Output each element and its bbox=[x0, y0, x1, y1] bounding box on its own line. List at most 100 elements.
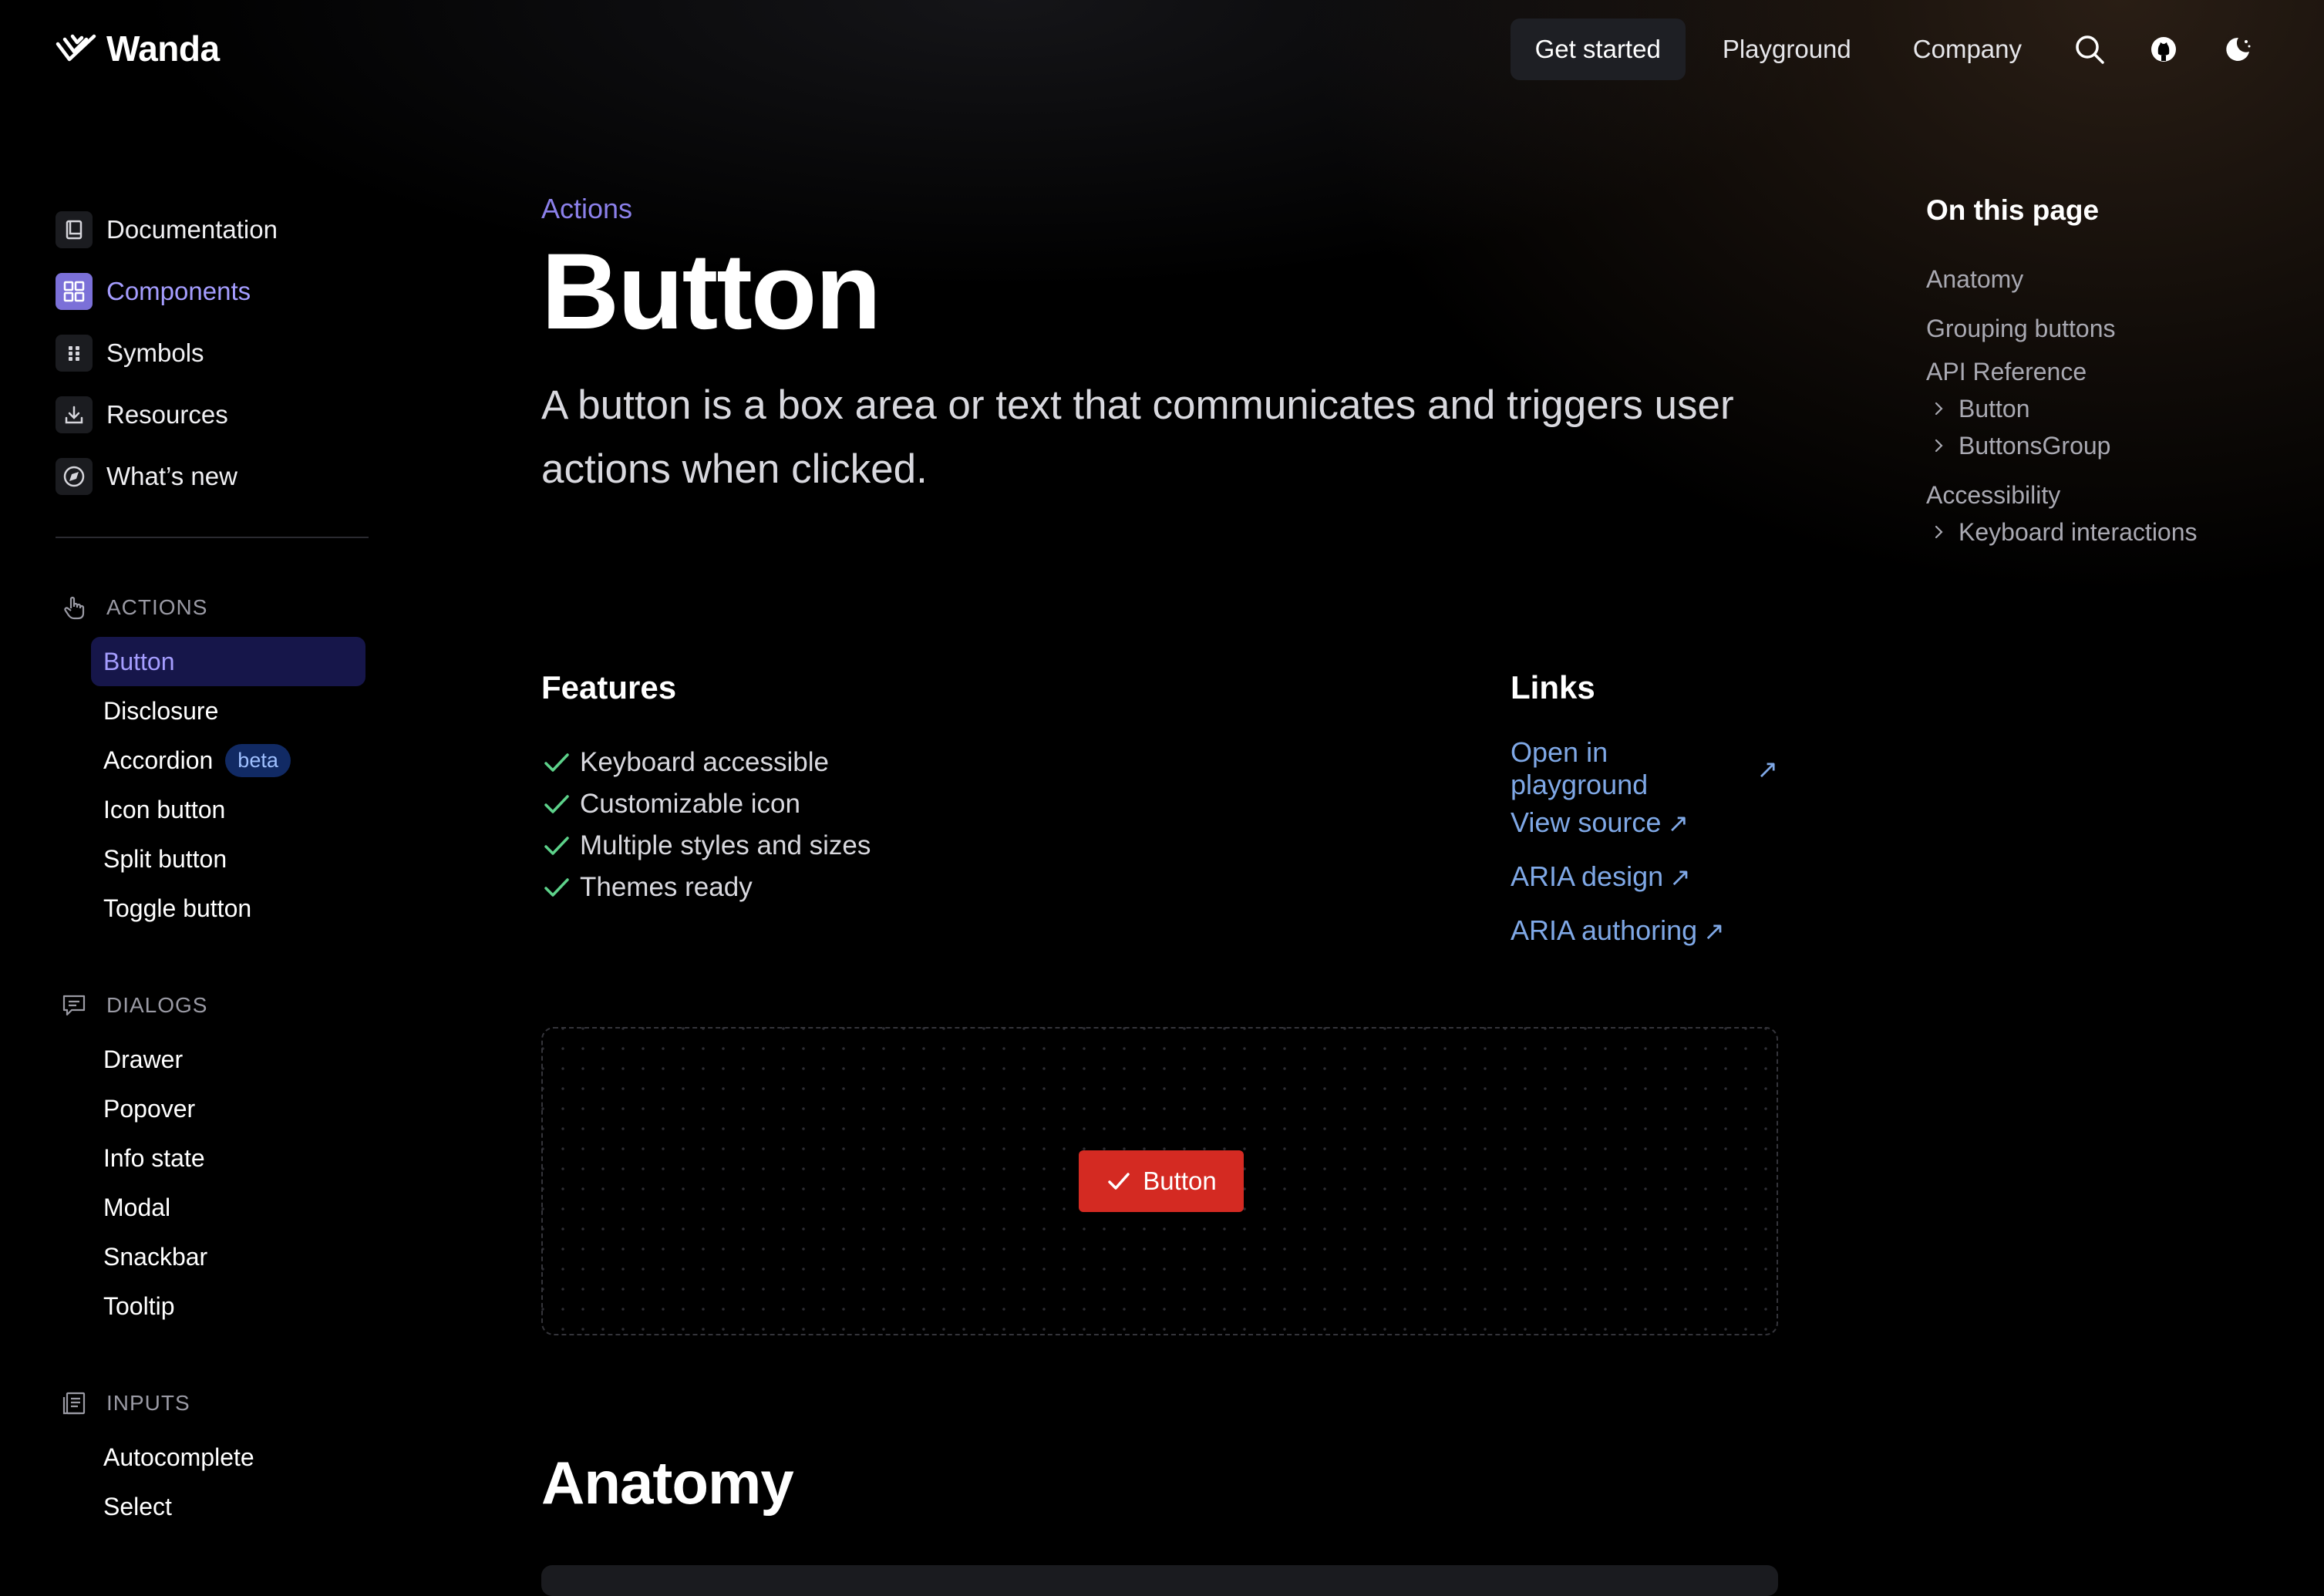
brand-logo[interactable]: Wanda bbox=[56, 28, 220, 69]
table-of-contents: On this page Anatomy Grouping buttons AP… bbox=[1926, 194, 2198, 551]
feature-label: Themes ready bbox=[580, 872, 753, 902]
main-content: Actions Button A button is a box area or… bbox=[541, 193, 1778, 955]
feature-item: Customizable icon bbox=[541, 783, 871, 825]
feature-item: Multiple styles and sizes bbox=[541, 825, 871, 867]
sidebar-item-button[interactable]: Button bbox=[91, 637, 365, 686]
toc-item-anatomy[interactable]: Anatomy bbox=[1926, 254, 2198, 304]
search-icon bbox=[2074, 34, 2105, 65]
sidebar-link-label: What’s new bbox=[106, 462, 237, 490]
feature-item: Themes ready bbox=[541, 867, 871, 908]
sidebar-section-inputs: INPUTS bbox=[56, 1385, 387, 1422]
sidebar-section-dialogs: DIALOGS bbox=[56, 987, 387, 1024]
theme-toggle-button[interactable] bbox=[2207, 19, 2268, 80]
features-section: Features Keyboard accessible Customizabl… bbox=[541, 669, 871, 908]
toc-item-grouping-buttons[interactable]: Grouping buttons bbox=[1926, 304, 2198, 353]
chevron-right-icon bbox=[1929, 399, 1948, 418]
sidebar-item-label: Accordion bbox=[103, 746, 214, 774]
check-icon bbox=[541, 789, 572, 820]
symbols-icon bbox=[56, 335, 93, 372]
download-icon bbox=[56, 396, 93, 433]
view-source-link[interactable]: View source ↗ bbox=[1511, 796, 1778, 850]
aria-design-link[interactable]: ARIA design ↗ bbox=[1511, 850, 1778, 904]
info-row: Features Keyboard accessible Customizabl… bbox=[541, 669, 1778, 955]
playground-link[interactable]: Playground bbox=[1698, 19, 1876, 80]
pointer-hand-icon bbox=[56, 589, 93, 626]
company-link[interactable]: Company bbox=[1888, 19, 2046, 80]
get-started-button[interactable]: Get started bbox=[1510, 19, 1686, 80]
sidebar-item-popover[interactable]: Popover bbox=[91, 1084, 365, 1133]
external-arrow-icon: ↗ bbox=[1756, 754, 1778, 783]
book-icon bbox=[56, 211, 93, 248]
form-icon bbox=[56, 1385, 93, 1422]
sidebar-item-disclosure[interactable]: Disclosure bbox=[91, 686, 365, 736]
aria-authoring-link[interactable]: ARIA authoring ↗ bbox=[1511, 904, 1778, 958]
toc-subitem-label: ButtonsGroup bbox=[1959, 431, 2111, 460]
sidebar-link-whats-new[interactable]: What’s new bbox=[56, 446, 387, 507]
sidebar: Documentation Components Symbols Resourc… bbox=[56, 199, 387, 1531]
section-title: ACTIONS bbox=[106, 595, 208, 619]
sidebar-item-autocomplete[interactable]: Autocomplete bbox=[91, 1433, 365, 1482]
link-label: View source bbox=[1511, 806, 1662, 838]
sidebar-item-tooltip[interactable]: Tooltip bbox=[91, 1281, 365, 1331]
sidebar-link-resources[interactable]: Resources bbox=[56, 384, 387, 446]
sidebar-item-info-state[interactable]: Info state bbox=[91, 1133, 365, 1183]
sidebar-link-symbols[interactable]: Symbols bbox=[56, 322, 387, 384]
sidebar-link-documentation[interactable]: Documentation bbox=[56, 199, 387, 261]
section-title: INPUTS bbox=[106, 1391, 190, 1415]
sidebar-section-actions: ACTIONS bbox=[56, 589, 387, 626]
sidebar-item-drawer[interactable]: Drawer bbox=[91, 1035, 365, 1084]
link-label: ARIA design bbox=[1511, 860, 1664, 892]
anatomy-preview bbox=[541, 1565, 1778, 1596]
sidebar-item-accordion[interactable]: Accordion beta bbox=[91, 736, 365, 785]
component-preview: Button bbox=[541, 1027, 1778, 1335]
check-icon bbox=[1106, 1168, 1143, 1194]
demo-button[interactable]: Button bbox=[1079, 1150, 1244, 1212]
sidebar-item-select[interactable]: Select bbox=[91, 1482, 365, 1531]
link-label: ARIA authoring bbox=[1511, 914, 1698, 946]
sidebar-link-components[interactable]: Components bbox=[56, 261, 387, 322]
toc-title: On this page bbox=[1926, 194, 2100, 226]
github-button[interactable] bbox=[2133, 19, 2194, 80]
page-title: Button bbox=[541, 231, 881, 352]
sidebar-link-label: Resources bbox=[106, 400, 228, 429]
link-label: Open in playground bbox=[1511, 736, 1649, 800]
external-arrow-icon: ↗ bbox=[1667, 808, 1689, 837]
feature-item: Keyboard accessible bbox=[541, 742, 871, 783]
toc-subitem-keyboard-interactions[interactable]: Keyboard interactions bbox=[1926, 513, 2198, 551]
feature-label: Keyboard accessible bbox=[580, 747, 829, 777]
section-title: DIALOGS bbox=[106, 993, 208, 1017]
sidebar-item-modal[interactable]: Modal bbox=[91, 1183, 365, 1232]
wanda-logo-icon bbox=[56, 33, 97, 64]
sidebar-link-label: Symbols bbox=[106, 338, 204, 367]
sidebar-item-snackbar[interactable]: Snackbar bbox=[91, 1232, 365, 1281]
sidebar-item-toggle-button[interactable]: Toggle button bbox=[91, 884, 365, 933]
check-icon bbox=[541, 872, 572, 903]
chat-icon bbox=[56, 987, 93, 1024]
feature-label: Customizable icon bbox=[580, 789, 800, 819]
github-icon bbox=[2150, 35, 2177, 63]
beta-badge: beta bbox=[225, 743, 291, 777]
sidebar-link-label: Components bbox=[106, 277, 251, 305]
demo-button-label: Button bbox=[1143, 1167, 1217, 1195]
toc-item-accessibility[interactable]: Accessibility bbox=[1926, 476, 2198, 513]
sidebar-item-icon-button[interactable]: Icon button bbox=[91, 785, 365, 834]
toc-item-api-reference[interactable]: API Reference bbox=[1926, 353, 2198, 390]
links-title: Links bbox=[1511, 669, 1595, 705]
sidebar-link-label: Documentation bbox=[106, 215, 278, 244]
chevron-right-icon bbox=[1929, 523, 1948, 541]
external-arrow-icon: ↗ bbox=[1703, 916, 1725, 945]
compass-icon bbox=[56, 458, 93, 495]
toc-subitem-buttonsgroup[interactable]: ButtonsGroup bbox=[1926, 427, 2198, 464]
page-description: A button is a box area or text that comm… bbox=[541, 382, 1734, 492]
breadcrumb-category[interactable]: Actions bbox=[541, 193, 1778, 225]
search-button[interactable] bbox=[2059, 19, 2120, 80]
sidebar-item-split-button[interactable]: Split button bbox=[91, 834, 365, 884]
features-title: Features bbox=[541, 669, 677, 705]
open-in-playground-link[interactable]: Open in playground ↗ bbox=[1511, 736, 1778, 800]
sidebar-divider bbox=[56, 537, 369, 538]
external-arrow-icon: ↗ bbox=[1669, 862, 1691, 891]
moon-sun-icon bbox=[2223, 35, 2252, 64]
check-icon bbox=[541, 747, 572, 778]
toc-subitem-label: Button bbox=[1959, 394, 2030, 423]
toc-subitem-button[interactable]: Button bbox=[1926, 390, 2198, 427]
